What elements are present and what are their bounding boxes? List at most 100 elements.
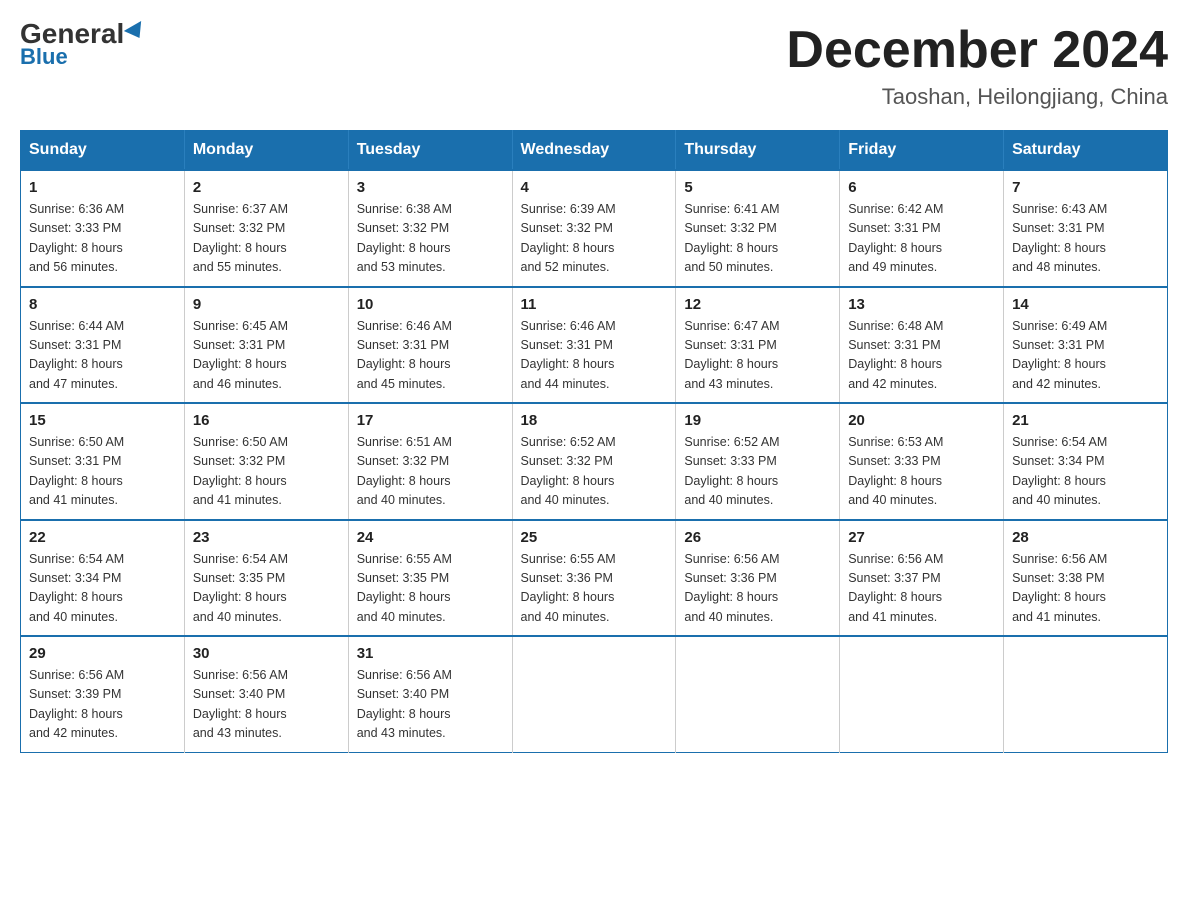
table-row: 17 Sunrise: 6:51 AM Sunset: 3:32 PM Dayl…	[348, 403, 512, 520]
day-info: Sunrise: 6:50 AM Sunset: 3:31 PM Dayligh…	[29, 433, 176, 511]
day-number: 20	[848, 412, 995, 429]
page-header: General Blue December 2024 Taoshan, Heil…	[20, 20, 1168, 110]
calendar-week-3: 15 Sunrise: 6:50 AM Sunset: 3:31 PM Dayl…	[21, 403, 1168, 520]
day-number: 9	[193, 296, 340, 313]
col-sunday: Sunday	[21, 131, 185, 171]
day-number: 31	[357, 645, 504, 662]
table-row: 20 Sunrise: 6:53 AM Sunset: 3:33 PM Dayl…	[840, 403, 1004, 520]
day-info: Sunrise: 6:56 AM Sunset: 3:38 PM Dayligh…	[1012, 550, 1159, 628]
table-row: 11 Sunrise: 6:46 AM Sunset: 3:31 PM Dayl…	[512, 287, 676, 404]
day-info: Sunrise: 6:45 AM Sunset: 3:31 PM Dayligh…	[193, 317, 340, 395]
day-number: 18	[521, 412, 668, 429]
col-monday: Monday	[184, 131, 348, 171]
day-info: Sunrise: 6:54 AM Sunset: 3:34 PM Dayligh…	[29, 550, 176, 628]
day-number: 11	[521, 296, 668, 313]
day-number: 24	[357, 529, 504, 546]
table-row	[1004, 636, 1168, 752]
table-row: 6 Sunrise: 6:42 AM Sunset: 3:31 PM Dayli…	[840, 170, 1004, 287]
table-row	[676, 636, 840, 752]
day-info: Sunrise: 6:52 AM Sunset: 3:32 PM Dayligh…	[521, 433, 668, 511]
day-info: Sunrise: 6:48 AM Sunset: 3:31 PM Dayligh…	[848, 317, 995, 395]
table-row	[840, 636, 1004, 752]
logo: General Blue	[20, 20, 146, 70]
calendar-table: Sunday Monday Tuesday Wednesday Thursday…	[20, 130, 1168, 753]
day-info: Sunrise: 6:49 AM Sunset: 3:31 PM Dayligh…	[1012, 317, 1159, 395]
day-number: 4	[521, 179, 668, 196]
day-number: 22	[29, 529, 176, 546]
logo-triangle-icon	[124, 21, 148, 43]
calendar-week-4: 22 Sunrise: 6:54 AM Sunset: 3:34 PM Dayl…	[21, 520, 1168, 637]
day-number: 5	[684, 179, 831, 196]
day-info: Sunrise: 6:51 AM Sunset: 3:32 PM Dayligh…	[357, 433, 504, 511]
table-row: 8 Sunrise: 6:44 AM Sunset: 3:31 PM Dayli…	[21, 287, 185, 404]
table-row: 27 Sunrise: 6:56 AM Sunset: 3:37 PM Dayl…	[840, 520, 1004, 637]
day-number: 8	[29, 296, 176, 313]
col-thursday: Thursday	[676, 131, 840, 171]
day-number: 7	[1012, 179, 1159, 196]
day-info: Sunrise: 6:50 AM Sunset: 3:32 PM Dayligh…	[193, 433, 340, 511]
table-row: 26 Sunrise: 6:56 AM Sunset: 3:36 PM Dayl…	[676, 520, 840, 637]
table-row: 9 Sunrise: 6:45 AM Sunset: 3:31 PM Dayli…	[184, 287, 348, 404]
day-info: Sunrise: 6:55 AM Sunset: 3:36 PM Dayligh…	[521, 550, 668, 628]
table-row: 22 Sunrise: 6:54 AM Sunset: 3:34 PM Dayl…	[21, 520, 185, 637]
title-section: December 2024 Taoshan, Heilongjiang, Chi…	[786, 20, 1168, 110]
day-info: Sunrise: 6:56 AM Sunset: 3:37 PM Dayligh…	[848, 550, 995, 628]
day-number: 25	[521, 529, 668, 546]
day-number: 1	[29, 179, 176, 196]
day-number: 2	[193, 179, 340, 196]
day-number: 23	[193, 529, 340, 546]
day-number: 21	[1012, 412, 1159, 429]
table-row: 10 Sunrise: 6:46 AM Sunset: 3:31 PM Dayl…	[348, 287, 512, 404]
day-info: Sunrise: 6:56 AM Sunset: 3:40 PM Dayligh…	[193, 666, 340, 744]
day-number: 13	[848, 296, 995, 313]
table-row: 7 Sunrise: 6:43 AM Sunset: 3:31 PM Dayli…	[1004, 170, 1168, 287]
day-number: 14	[1012, 296, 1159, 313]
day-info: Sunrise: 6:43 AM Sunset: 3:31 PM Dayligh…	[1012, 200, 1159, 278]
day-number: 27	[848, 529, 995, 546]
day-number: 3	[357, 179, 504, 196]
table-row: 1 Sunrise: 6:36 AM Sunset: 3:33 PM Dayli…	[21, 170, 185, 287]
table-row: 4 Sunrise: 6:39 AM Sunset: 3:32 PM Dayli…	[512, 170, 676, 287]
day-info: Sunrise: 6:46 AM Sunset: 3:31 PM Dayligh…	[521, 317, 668, 395]
main-title: December 2024	[786, 20, 1168, 80]
table-row: 13 Sunrise: 6:48 AM Sunset: 3:31 PM Dayl…	[840, 287, 1004, 404]
day-number: 19	[684, 412, 831, 429]
day-info: Sunrise: 6:54 AM Sunset: 3:34 PM Dayligh…	[1012, 433, 1159, 511]
logo-blue-text: Blue	[20, 44, 68, 70]
day-info: Sunrise: 6:47 AM Sunset: 3:31 PM Dayligh…	[684, 317, 831, 395]
col-tuesday: Tuesday	[348, 131, 512, 171]
table-row: 31 Sunrise: 6:56 AM Sunset: 3:40 PM Dayl…	[348, 636, 512, 752]
day-number: 28	[1012, 529, 1159, 546]
table-row: 23 Sunrise: 6:54 AM Sunset: 3:35 PM Dayl…	[184, 520, 348, 637]
day-info: Sunrise: 6:53 AM Sunset: 3:33 PM Dayligh…	[848, 433, 995, 511]
day-number: 17	[357, 412, 504, 429]
header-row: Sunday Monday Tuesday Wednesday Thursday…	[21, 131, 1168, 171]
calendar-header: Sunday Monday Tuesday Wednesday Thursday…	[21, 131, 1168, 171]
table-row: 21 Sunrise: 6:54 AM Sunset: 3:34 PM Dayl…	[1004, 403, 1168, 520]
day-info: Sunrise: 6:52 AM Sunset: 3:33 PM Dayligh…	[684, 433, 831, 511]
table-row: 30 Sunrise: 6:56 AM Sunset: 3:40 PM Dayl…	[184, 636, 348, 752]
day-info: Sunrise: 6:39 AM Sunset: 3:32 PM Dayligh…	[521, 200, 668, 278]
day-number: 12	[684, 296, 831, 313]
day-info: Sunrise: 6:37 AM Sunset: 3:32 PM Dayligh…	[193, 200, 340, 278]
table-row: 14 Sunrise: 6:49 AM Sunset: 3:31 PM Dayl…	[1004, 287, 1168, 404]
day-info: Sunrise: 6:56 AM Sunset: 3:39 PM Dayligh…	[29, 666, 176, 744]
table-row: 12 Sunrise: 6:47 AM Sunset: 3:31 PM Dayl…	[676, 287, 840, 404]
table-row	[512, 636, 676, 752]
day-info: Sunrise: 6:38 AM Sunset: 3:32 PM Dayligh…	[357, 200, 504, 278]
day-info: Sunrise: 6:44 AM Sunset: 3:31 PM Dayligh…	[29, 317, 176, 395]
col-saturday: Saturday	[1004, 131, 1168, 171]
table-row: 3 Sunrise: 6:38 AM Sunset: 3:32 PM Dayli…	[348, 170, 512, 287]
day-number: 15	[29, 412, 176, 429]
calendar-week-1: 1 Sunrise: 6:36 AM Sunset: 3:33 PM Dayli…	[21, 170, 1168, 287]
day-info: Sunrise: 6:46 AM Sunset: 3:31 PM Dayligh…	[357, 317, 504, 395]
day-info: Sunrise: 6:55 AM Sunset: 3:35 PM Dayligh…	[357, 550, 504, 628]
day-info: Sunrise: 6:56 AM Sunset: 3:36 PM Dayligh…	[684, 550, 831, 628]
table-row: 29 Sunrise: 6:56 AM Sunset: 3:39 PM Dayl…	[21, 636, 185, 752]
day-number: 10	[357, 296, 504, 313]
day-info: Sunrise: 6:41 AM Sunset: 3:32 PM Dayligh…	[684, 200, 831, 278]
day-number: 29	[29, 645, 176, 662]
day-info: Sunrise: 6:42 AM Sunset: 3:31 PM Dayligh…	[848, 200, 995, 278]
table-row: 2 Sunrise: 6:37 AM Sunset: 3:32 PM Dayli…	[184, 170, 348, 287]
table-row: 18 Sunrise: 6:52 AM Sunset: 3:32 PM Dayl…	[512, 403, 676, 520]
